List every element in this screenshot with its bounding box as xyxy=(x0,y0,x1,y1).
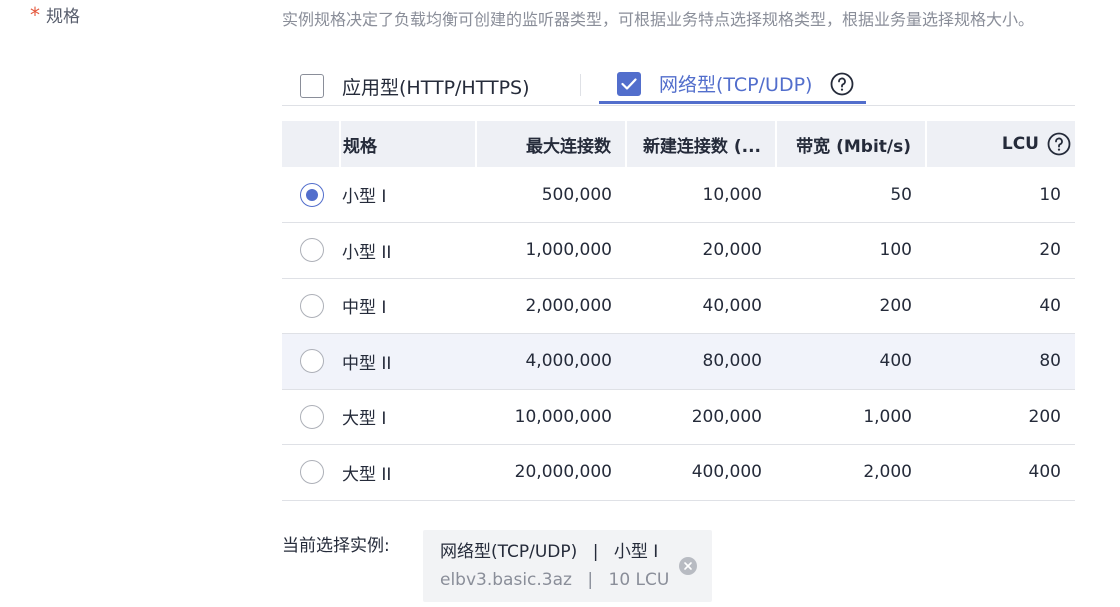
spec-name: 小型 I xyxy=(340,167,476,223)
current-lcu: 10 LCU xyxy=(608,570,670,590)
header-lcu-label: LCU xyxy=(1001,134,1039,154)
type-tab-application[interactable]: 应用型(HTTP/HTTPS) xyxy=(300,66,530,106)
header-new-conn: 新建连接数 (... xyxy=(626,121,777,167)
new-conn-value: 20,000 xyxy=(626,222,776,279)
header-bandwidth: 带宽 (Mbit/s) xyxy=(776,121,927,167)
spec-radio[interactable] xyxy=(300,293,324,318)
max-conn-value: 20,000,000 xyxy=(476,444,626,501)
table-row[interactable]: 小型 II 1,000,000 20,000 100 20 xyxy=(282,222,1075,279)
application-type-checkbox[interactable] xyxy=(300,74,324,98)
required-star: * xyxy=(30,2,40,27)
new-conn-value: 80,000 xyxy=(626,333,776,390)
lcu-value: 80 xyxy=(926,333,1075,390)
max-conn-value: 4,000,000 xyxy=(476,333,626,390)
lcu-value: 200 xyxy=(926,389,1075,445)
header-lcu: LCU xyxy=(926,121,1075,167)
bandwidth-value: 100 xyxy=(776,222,926,279)
spec-field-label: * 规格 xyxy=(30,2,80,28)
new-conn-value: 40,000 xyxy=(626,278,776,334)
max-conn-value: 1,000,000 xyxy=(476,222,626,279)
max-conn-value: 500,000 xyxy=(476,167,626,223)
spec-radio[interactable] xyxy=(300,238,324,263)
spec-name: 中型 II xyxy=(340,333,476,390)
type-tab-label: 网络型(TCP/UDP) xyxy=(659,74,813,96)
header-radio-col xyxy=(282,121,341,167)
current-size: 小型 I xyxy=(613,542,659,562)
tab-divider xyxy=(580,74,581,96)
current-type: 网络型(TCP/UDP) xyxy=(440,542,578,562)
spec-name: 大型 I xyxy=(340,389,476,445)
separator: | xyxy=(587,570,594,590)
max-conn-value: 10,000,000 xyxy=(476,389,626,445)
header-max-conn: 最大连接数 xyxy=(476,121,627,167)
table-header-row: 规格 最大连接数 新建连接数 (... 带宽 (Mbit/s) LCU xyxy=(282,121,1075,167)
help-circle-icon[interactable] xyxy=(830,72,854,96)
checkmark-icon xyxy=(621,77,637,90)
separator: | xyxy=(592,542,599,562)
table-row[interactable]: 大型 I 10,000,000 200,000 1,000 200 xyxy=(282,389,1075,445)
new-conn-value: 10,000 xyxy=(626,167,776,223)
bandwidth-value: 400 xyxy=(776,333,926,390)
current-selection-label: 当前选择实例: xyxy=(282,536,390,556)
lcu-value: 40 xyxy=(926,278,1075,334)
header-spec: 规格 xyxy=(340,121,477,167)
spec-type-tabs: 应用型(HTTP/HTTPS) 网络型(TCP/UDP) xyxy=(282,66,1075,106)
table-row[interactable]: 大型 II 20,000,000 400,000 2,000 400 xyxy=(282,444,1075,501)
lcu-value: 400 xyxy=(926,444,1075,501)
bandwidth-value: 2,000 xyxy=(776,444,926,501)
new-conn-value: 200,000 xyxy=(626,389,776,445)
table-row[interactable]: 小型 I 500,000 10,000 50 10 xyxy=(282,167,1075,223)
bandwidth-value: 200 xyxy=(776,278,926,334)
spec-radio[interactable] xyxy=(300,182,324,207)
bandwidth-value: 1,000 xyxy=(776,389,926,445)
spec-name: 大型 II xyxy=(340,444,476,501)
new-conn-value: 400,000 xyxy=(626,444,776,501)
spec-radio[interactable] xyxy=(300,349,324,374)
table-row[interactable]: 中型 I 2,000,000 40,000 200 40 xyxy=(282,278,1075,334)
network-type-checkbox[interactable] xyxy=(617,71,641,96)
close-icon[interactable] xyxy=(679,557,697,575)
type-tab-network[interactable]: 网络型(TCP/UDP) xyxy=(599,66,867,104)
table-row[interactable]: 中型 II 4,000,000 80,000 400 80 xyxy=(282,333,1075,390)
spec-name: 小型 II xyxy=(340,222,476,279)
current-selection-tag: 网络型(TCP/UDP) | 小型 I elbv3.basic.3az | 10… xyxy=(423,530,712,602)
lcu-value: 10 xyxy=(926,167,1075,223)
spec-description: 实例规格决定了负载均衡可创建的监听器类型，可根据业务特点选择规格类型，根据业务量… xyxy=(282,10,1035,29)
help-circle-icon[interactable] xyxy=(1047,132,1071,156)
spec-radio[interactable] xyxy=(300,460,324,485)
type-tab-label: 应用型(HTTP/HTTPS) xyxy=(342,76,530,99)
spec-label-text: 规格 xyxy=(46,7,80,27)
spec-table: 规格 最大连接数 新建连接数 (... 带宽 (Mbit/s) LCU 小型 I… xyxy=(282,121,1075,501)
lcu-value: 20 xyxy=(926,222,1075,279)
bandwidth-value: 50 xyxy=(776,167,926,223)
spec-name: 中型 I xyxy=(340,278,476,334)
max-conn-value: 2,000,000 xyxy=(476,278,626,334)
current-flavor: elbv3.basic.3az xyxy=(440,570,572,590)
spec-radio[interactable] xyxy=(300,404,324,429)
